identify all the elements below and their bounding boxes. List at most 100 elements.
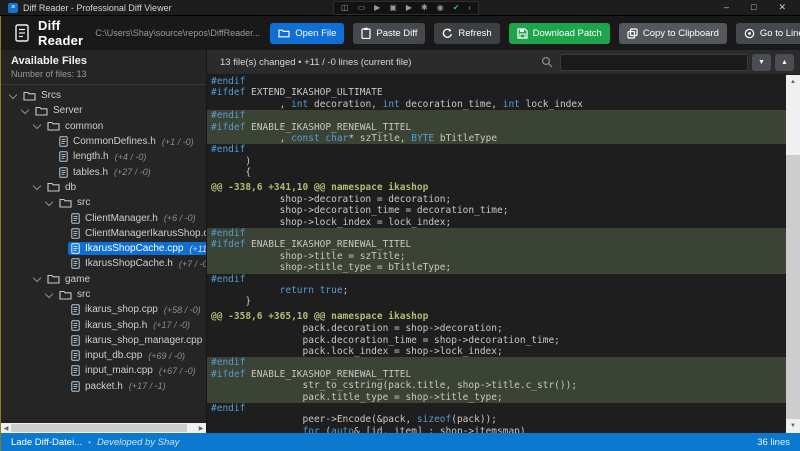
expand-arrow-icon[interactable] bbox=[9, 92, 17, 100]
diff-line-context: , int decoration, int decoration_time, i… bbox=[207, 99, 786, 110]
window-icon[interactable]: ▣ bbox=[389, 4, 397, 12]
tree-folder-db[interactable]: db bbox=[1, 180, 206, 195]
diff-line-context: #endif bbox=[207, 76, 786, 87]
node-label: ClientManager.h bbox=[85, 213, 158, 224]
scrollbar-track[interactable] bbox=[11, 423, 196, 433]
app-icon: ≡ bbox=[8, 3, 18, 13]
folder-icon bbox=[23, 91, 36, 101]
status-ok-icon[interactable]: ✔ bbox=[453, 4, 460, 12]
tree-file-length-h[interactable]: length.h(+4 / -0) bbox=[1, 149, 206, 164]
expand-arrow-icon[interactable] bbox=[33, 122, 41, 130]
tree-file-clientmanager-h[interactable]: ClientManager.h(+6 / -0) bbox=[1, 210, 206, 225]
file-icon bbox=[71, 350, 80, 361]
refresh-icon bbox=[442, 28, 453, 39]
tree-file-packet-h[interactable]: packet.h(+17 / -1) bbox=[1, 379, 206, 394]
scroll-down-icon[interactable]: ▼ bbox=[786, 419, 800, 433]
scroll-right-icon[interactable]: ▶ bbox=[196, 423, 206, 433]
tree-folder-common[interactable]: common bbox=[1, 119, 206, 134]
settings-icon[interactable]: ✱ bbox=[421, 4, 428, 12]
folder-icon bbox=[59, 290, 72, 300]
tree-file-ikarusshopcache-h[interactable]: IkarusShopCache.h(+7 / -0) bbox=[1, 256, 206, 271]
search-input[interactable] bbox=[560, 54, 748, 71]
tree-file-input-db-cpp[interactable]: input_db.cpp(+69 / -0) bbox=[1, 348, 206, 363]
tree-folder-src[interactable]: src bbox=[1, 287, 206, 302]
node-label: src bbox=[77, 197, 90, 208]
tree-file-ikarus-shop-cpp[interactable]: ikarus_shop.cpp(+58 / -0) bbox=[1, 302, 206, 317]
diff-line-added: #endif bbox=[207, 228, 786, 239]
expand-arrow-icon[interactable] bbox=[33, 275, 41, 283]
scrollbar-track[interactable] bbox=[786, 89, 800, 419]
current-file-path: C:\Users\Shay\source\repos\DiffReader... bbox=[95, 28, 260, 38]
change-stats: (+17 / -1) bbox=[129, 381, 166, 391]
tree-file-ikarusshopcache-cpp[interactable]: IkarusShopCache.cpp(+11 / -0) bbox=[1, 241, 206, 256]
collapse-icon[interactable]: ‹ bbox=[468, 4, 471, 12]
pointer-alt-icon[interactable]: ▶ bbox=[406, 4, 412, 12]
titlebar: ≡ Diff Reader - Professional Diff Viewer… bbox=[0, 0, 800, 16]
file-icon bbox=[71, 381, 80, 392]
diff-line-context: for (auto& [id, item] : shop->itemsmap) bbox=[207, 426, 786, 433]
scrollbar-thumb[interactable] bbox=[786, 155, 800, 419]
maximize-icon[interactable]: □ bbox=[751, 3, 756, 12]
display-icon[interactable]: ▭ bbox=[358, 4, 366, 12]
file-icon bbox=[71, 304, 80, 315]
diff-line-added: str_to_cstring(pack.title, shop->title.c… bbox=[207, 380, 786, 391]
copy-to-clipboard-button[interactable]: Copy to Clipboard bbox=[619, 23, 727, 44]
goto-icon bbox=[744, 28, 755, 39]
scroll-up-icon[interactable]: ▲ bbox=[786, 75, 800, 89]
window-controls: – □ ✕ bbox=[724, 3, 794, 12]
expand-arrow-icon[interactable] bbox=[45, 291, 53, 299]
scroll-left-icon[interactable]: ◀ bbox=[1, 423, 11, 433]
refresh-button[interactable]: Refresh bbox=[434, 23, 499, 44]
screen-share-icon[interactable]: ◫ bbox=[341, 4, 349, 12]
status-bar: Lade Diff-Datei... • Developed by Shay 3… bbox=[0, 433, 800, 451]
file-icon bbox=[71, 213, 80, 224]
sidebar-title: Available Files bbox=[11, 55, 196, 67]
tree-file-ikarus-shop-manager-cpp[interactable]: ikarus_shop_manager.cpp(+32 / -0) bbox=[1, 333, 206, 348]
sidebar: Available Files Number of files: 13 Srcs… bbox=[1, 50, 206, 433]
save-icon bbox=[517, 28, 528, 39]
expand-arrow-icon[interactable] bbox=[45, 199, 53, 207]
diff-line-context: { bbox=[207, 167, 786, 178]
tree-file-input-main-cpp[interactable]: input_main.cpp(+67 / -0) bbox=[1, 363, 206, 378]
globe-icon[interactable]: ◉ bbox=[437, 4, 444, 12]
diff-vertical-scrollbar[interactable]: ▲ ▼ bbox=[786, 75, 800, 433]
close-icon[interactable]: ✕ bbox=[778, 3, 786, 12]
diff-line-added: pack.title_type = shop->title_type; bbox=[207, 392, 786, 403]
sidebar-horizontal-scrollbar[interactable]: ◀ ▶ bbox=[1, 423, 206, 433]
open-file-button[interactable]: Open File bbox=[270, 23, 344, 44]
change-stats: (+11 / -0) bbox=[189, 244, 206, 254]
tree-file-ikarus-shop-h[interactable]: ikarus_shop.h(+17 / -0) bbox=[1, 317, 206, 332]
tree-folder-game[interactable]: game bbox=[1, 272, 206, 287]
node-label: tables.h bbox=[73, 167, 108, 178]
go-to-line-button[interactable]: Go to Line bbox=[736, 23, 800, 44]
tree-file-commondefines-h[interactable]: CommonDefines.h(+1 / -0) bbox=[1, 134, 206, 149]
diff-line-context: shop->decoration_time = decoration_time; bbox=[207, 205, 786, 216]
tree-folder-server[interactable]: Server bbox=[1, 103, 206, 118]
diff-line-context: ) bbox=[207, 156, 786, 167]
find-previous-icon[interactable]: ▲ bbox=[775, 54, 794, 71]
expand-arrow-icon[interactable] bbox=[21, 107, 29, 115]
minimize-icon[interactable]: – bbox=[724, 3, 729, 12]
diff-line-context: peer->Encode(&pack, sizeof(pack)); bbox=[207, 414, 786, 425]
diff-line-context: return true; bbox=[207, 285, 786, 296]
download-patch-button[interactable]: Download Patch bbox=[509, 23, 610, 44]
folder-icon bbox=[47, 121, 60, 131]
node-label: Server bbox=[53, 105, 82, 116]
diff-line-added: shop->title = szTitle; bbox=[207, 251, 786, 262]
scrollbar-thumb[interactable] bbox=[11, 424, 187, 432]
diff-document-icon bbox=[15, 24, 29, 42]
button-label: Open File bbox=[295, 28, 336, 39]
folder-icon bbox=[35, 106, 48, 116]
tree-file-tables-h[interactable]: tables.h(+27 / -0) bbox=[1, 164, 206, 179]
paste-diff-button[interactable]: Paste Diff bbox=[353, 23, 425, 44]
folder-icon bbox=[59, 198, 72, 208]
window-title: Diff Reader - Professional Diff Viewer bbox=[23, 3, 172, 13]
tree-folder-srcs[interactable]: Srcs bbox=[1, 88, 206, 103]
expand-arrow-icon[interactable] bbox=[33, 183, 41, 191]
find-next-icon[interactable]: ▼ bbox=[752, 54, 771, 71]
diff-line-context: shop->decoration = decoration; bbox=[207, 194, 786, 205]
node-label: input_db.cpp bbox=[85, 350, 142, 361]
tree-folder-src[interactable]: src bbox=[1, 195, 206, 210]
tree-file-clientmanagerikarusshop-cpp[interactable]: ClientManagerIkarusShop.cpp(+109 / -0) bbox=[1, 226, 206, 241]
pointer-icon[interactable]: ▶ bbox=[374, 4, 380, 12]
